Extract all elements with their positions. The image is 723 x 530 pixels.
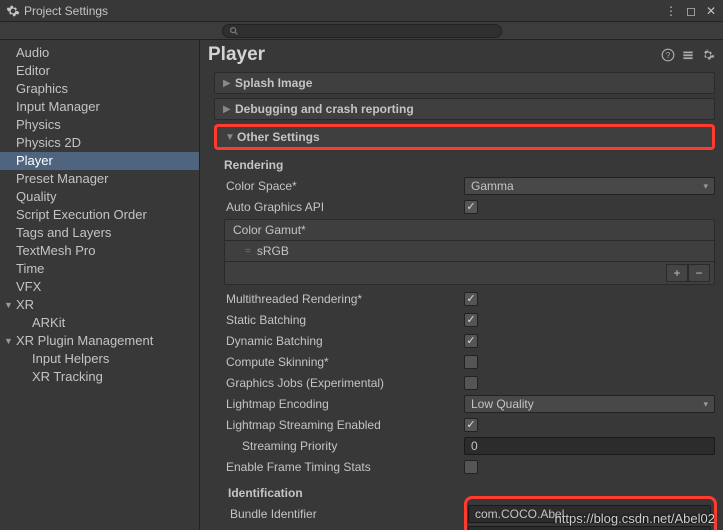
- sidebar: Audio Editor Graphics Input Manager Phys…: [0, 40, 200, 530]
- add-button[interactable]: +: [666, 264, 688, 282]
- preset-icon[interactable]: [681, 48, 695, 62]
- help-icon[interactable]: ?: [661, 48, 675, 62]
- field-compute-skinning: Compute Skinning*: [224, 352, 715, 372]
- search-input[interactable]: [222, 24, 502, 38]
- auto-graphics-checkbox[interactable]: [464, 200, 478, 214]
- streaming-priority-input[interactable]: 0: [464, 437, 715, 455]
- content-header: Player ?: [200, 40, 723, 72]
- chevron-down-icon: ▼: [225, 132, 237, 143]
- section-other-settings[interactable]: ▼ Other Settings: [214, 124, 715, 150]
- sidebar-item-textmesh[interactable]: TextMesh Pro: [0, 242, 199, 260]
- color-gamut-item[interactable]: =sRGB: [225, 241, 714, 261]
- field-streaming-priority: Streaming Priority 0: [224, 436, 715, 456]
- lightmap-streaming-checkbox[interactable]: [464, 418, 478, 432]
- window-controls: ⋮ ◻ ✕: [665, 5, 717, 17]
- sidebar-item-editor[interactable]: Editor: [0, 62, 199, 80]
- other-settings-body: Rendering Color Space* Gamma Auto Graphi…: [214, 152, 715, 530]
- search-bar: [0, 22, 723, 40]
- section-debugging[interactable]: ▶ Debugging and crash reporting: [214, 98, 715, 120]
- sidebar-item-physics2d[interactable]: Physics 2D: [0, 134, 199, 152]
- color-space-dropdown[interactable]: Gamma: [464, 177, 715, 195]
- gear-icon: [6, 4, 20, 18]
- field-graphics-jobs: Graphics Jobs (Experimental): [224, 373, 715, 393]
- sidebar-item-audio[interactable]: Audio: [0, 44, 199, 62]
- remove-button[interactable]: −: [688, 264, 710, 282]
- drag-icon: =: [245, 246, 251, 257]
- section-splash-image[interactable]: ▶ Splash Image: [214, 72, 715, 94]
- sidebar-item-xr-tracking[interactable]: XR Tracking: [0, 368, 199, 386]
- graphics-jobs-checkbox[interactable]: [464, 376, 478, 390]
- content-panel: Player ? ▶ Splash Image ▶ Debugging and …: [200, 40, 723, 530]
- field-color-space: Color Space* Gamma: [224, 176, 715, 196]
- page-title: Player: [208, 44, 661, 66]
- main-layout: Audio Editor Graphics Input Manager Phys…: [0, 40, 723, 530]
- version-input[interactable]: 1.0: [468, 526, 711, 530]
- sidebar-item-graphics[interactable]: Graphics: [0, 80, 199, 98]
- sidebar-item-preset-manager[interactable]: Preset Manager: [0, 170, 199, 188]
- sidebar-item-xr-plugin[interactable]: ▼XR Plugin Management: [0, 332, 199, 350]
- field-frame-timing: Enable Frame Timing Stats: [224, 457, 715, 477]
- field-static-batching: Static Batching: [224, 310, 715, 330]
- field-lightmap-encoding: Lightmap Encoding Low Quality: [224, 394, 715, 414]
- chevron-down-icon: ▼: [4, 297, 14, 313]
- sidebar-item-script-exec[interactable]: Script Execution Order: [0, 206, 199, 224]
- svg-text:?: ?: [666, 51, 671, 60]
- sidebar-item-input-helpers[interactable]: Input Helpers: [0, 350, 199, 368]
- sidebar-item-quality[interactable]: Quality: [0, 188, 199, 206]
- sidebar-item-arkit[interactable]: ARKit: [0, 314, 199, 332]
- sidebar-item-physics[interactable]: Physics: [0, 116, 199, 134]
- static-batching-checkbox[interactable]: [464, 313, 478, 327]
- dynamic-batching-checkbox[interactable]: [464, 334, 478, 348]
- chevron-right-icon: ▶: [223, 78, 235, 89]
- field-multithreaded: Multithreaded Rendering*: [224, 289, 715, 309]
- sidebar-item-xr[interactable]: ▼XR: [0, 296, 199, 314]
- rendering-header: Rendering: [224, 158, 715, 172]
- inspector: ▶ Splash Image ▶ Debugging and crash rep…: [200, 72, 723, 530]
- multithreaded-checkbox[interactable]: [464, 292, 478, 306]
- frame-timing-checkbox[interactable]: [464, 460, 478, 474]
- field-auto-graphics: Auto Graphics API: [224, 197, 715, 217]
- watermark: https://blog.csdn.net/Abel02: [555, 511, 715, 526]
- field-dynamic-batching: Dynamic Batching: [224, 331, 715, 351]
- compute-skinning-checkbox[interactable]: [464, 355, 478, 369]
- settings-icon[interactable]: [701, 48, 715, 62]
- menu-icon[interactable]: ⋮: [665, 5, 677, 17]
- sidebar-item-time[interactable]: Time: [0, 260, 199, 278]
- close-icon[interactable]: ✕: [705, 5, 717, 17]
- chevron-right-icon: ▶: [223, 104, 235, 115]
- sidebar-item-input-manager[interactable]: Input Manager: [0, 98, 199, 116]
- identification-header: Identification: [228, 486, 711, 500]
- field-lightmap-streaming: Lightmap Streaming Enabled: [224, 415, 715, 435]
- sidebar-item-tags-layers[interactable]: Tags and Layers: [0, 224, 199, 242]
- search-icon: [229, 26, 239, 36]
- chevron-down-icon: ▼: [4, 333, 14, 349]
- window-title: Project Settings: [24, 4, 665, 18]
- color-gamut-label: Color Gamut*: [225, 220, 714, 241]
- sidebar-item-vfx[interactable]: VFX: [0, 278, 199, 296]
- lightmap-encoding-dropdown[interactable]: Low Quality: [464, 395, 715, 413]
- titlebar: Project Settings ⋮ ◻ ✕: [0, 0, 723, 22]
- maximize-icon[interactable]: ◻: [685, 5, 697, 17]
- color-gamut-list: Color Gamut* =sRGB + −: [224, 219, 715, 285]
- sidebar-item-player[interactable]: Player: [0, 152, 199, 170]
